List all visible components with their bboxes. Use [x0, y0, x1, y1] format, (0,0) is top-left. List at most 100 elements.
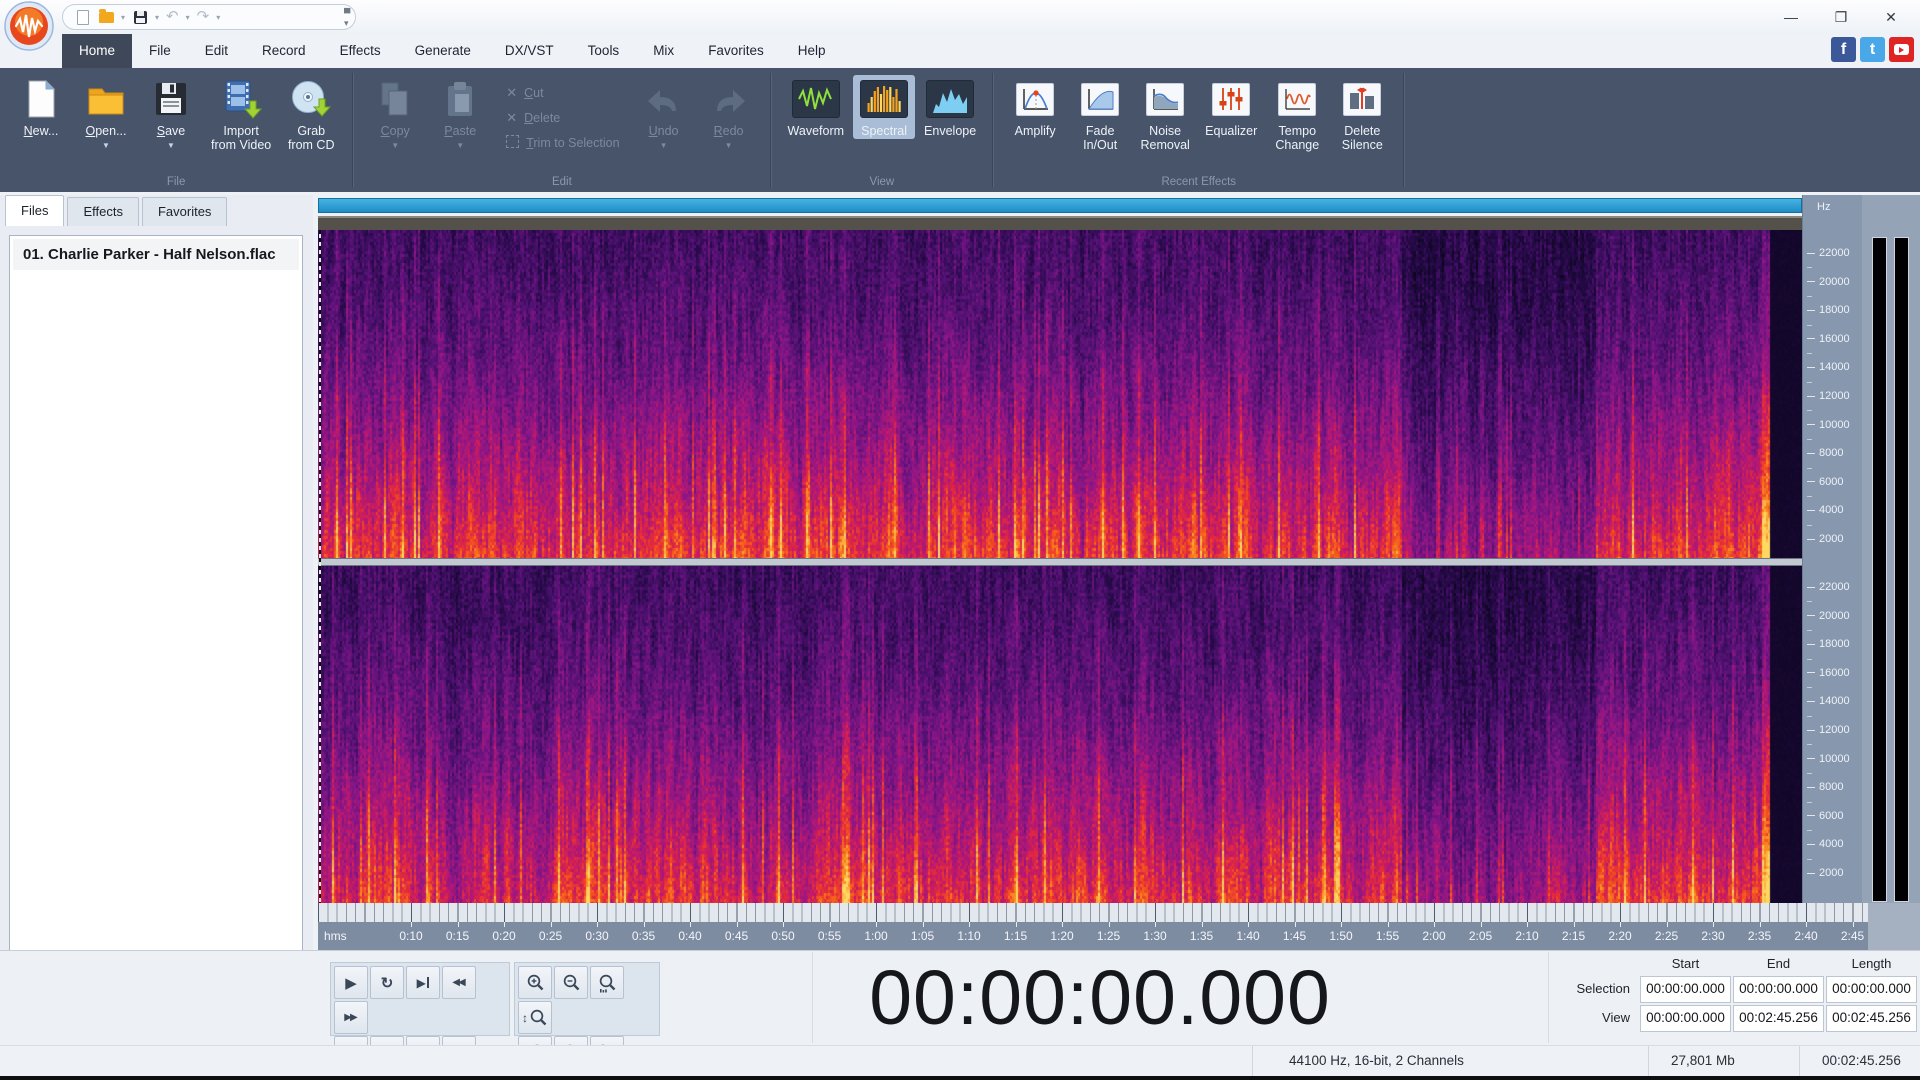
playhead-cursor[interactable] [319, 230, 321, 903]
menu-tab-tools[interactable]: Tools [571, 34, 637, 68]
pos-value-view-start[interactable]: 00:00:00.000 [1640, 1005, 1731, 1032]
channel-divider[interactable] [318, 558, 1802, 566]
ribbon-button-amplify[interactable]: Amplify [1004, 75, 1066, 139]
time-ruler-label: 0:40 [678, 929, 702, 943]
pos-value-view-end[interactable]: 00:02:45.256 [1733, 1005, 1824, 1032]
zoom-in-button[interactable] [518, 966, 552, 999]
restore-button[interactable]: ❐ [1816, 0, 1866, 34]
menu-tab-edit[interactable]: Edit [188, 34, 245, 68]
menu-tab-home[interactable]: Home [62, 34, 133, 68]
frequency-minor-tick [1807, 601, 1812, 603]
ribbon-button-import-from-video[interactable]: Import from Video [205, 75, 277, 153]
play-file-button[interactable]: ▶ [406, 966, 440, 999]
ribbon-button-equalizer[interactable]: Equalizer [1199, 75, 1263, 139]
facebook-icon[interactable]: f [1831, 37, 1856, 62]
ribbon-button-spectral[interactable]: Spectral [853, 75, 916, 139]
pos-value-selection-start[interactable]: 00:00:00.000 [1640, 976, 1731, 1003]
frequency-minor-tick [1807, 524, 1812, 526]
ribbon-button-waveform[interactable]: Waveform [782, 75, 851, 139]
time-ruler[interactable]: hms 0:10 0:15 0:20 0:25 0:30 0:35 0:40 0:45 0:50… [318, 922, 1868, 950]
play-button[interactable]: ▶ [334, 966, 368, 999]
undo-dropdown-icon[interactable]: ▾ [186, 13, 190, 22]
sidebar-tab-effects[interactable]: Effects [67, 197, 139, 226]
fast-forward-button[interactable]: ▶▶ [334, 1001, 368, 1034]
close-button[interactable]: ✕ [1866, 0, 1916, 34]
menu-tab-mix[interactable]: Mix [636, 34, 691, 68]
zoom-out-button[interactable] [554, 966, 588, 999]
pos-value-selection-end[interactable]: 00:00:00.000 [1733, 976, 1824, 1003]
ribbon-group-label: View [869, 176, 895, 188]
customize-toolbar-icon[interactable]: ▀ ▾ [344, 8, 350, 29]
new-document-icon[interactable] [75, 9, 91, 25]
frequency-minor-tick [1807, 324, 1812, 326]
app-logo-icon[interactable] [4, 1, 54, 51]
menu-tab-record[interactable]: Record [245, 34, 323, 68]
minimize-button[interactable]: — [1766, 0, 1816, 34]
undo-icon[interactable]: ↶ [166, 9, 179, 25]
ribbon-button-tempo-change[interactable]: Tempo Change [1266, 75, 1328, 153]
frequency-tick: 20000 [1807, 276, 1850, 288]
save-dropdown-icon[interactable]: ▾ [155, 13, 159, 22]
pos-value-selection-length[interactable]: 00:00:00.000 [1826, 976, 1917, 1003]
save-icon[interactable] [132, 9, 148, 25]
ribbon-button-envelope[interactable]: Envelope [918, 75, 982, 139]
title-bar: ▾ ▾ ↶ ▾ ↷ ▾ ▀ ▾ — ❐ ✕ [0, 0, 1920, 35]
zoom-vertical-in-button[interactable]: ↕ [518, 1001, 552, 1034]
time-ruler-ticks[interactable] [318, 903, 1868, 922]
ribbon-button-save[interactable]: Save ▼ [140, 75, 202, 154]
menu-tab-generate[interactable]: Generate [398, 34, 488, 68]
ribbon-button-noise-removal[interactable]: Noise Removal [1134, 75, 1196, 153]
time-ruler-major-tick [1713, 922, 1714, 927]
ribbon-button-grab-from-cd[interactable]: Grab from CD [280, 75, 342, 153]
spectral-view-icon [860, 77, 909, 121]
time-ruler-label: 0:15 [445, 929, 470, 943]
frequency-tick: 4000 [1807, 504, 1843, 516]
time-ruler-major-tick [1062, 922, 1063, 927]
menu-tab-effects[interactable]: Effects [323, 34, 398, 68]
open-folder-icon[interactable] [98, 8, 114, 25]
zoom-normal-button[interactable] [590, 966, 624, 999]
window-bottom-edge [0, 1076, 1920, 1080]
pos-value-view-length[interactable]: 00:02:45.256 [1826, 1005, 1917, 1032]
pos-corner [1552, 954, 1638, 974]
sidebar-panel: 01. Charlie Parker - Half Nelson.flac ◀ … [0, 226, 313, 1043]
file-list[interactable]: 01. Charlie Parker - Half Nelson.flac ◀ … [9, 235, 303, 1035]
frequency-tick: 12000 [1807, 724, 1850, 736]
redo-dropdown-icon[interactable]: ▾ [216, 13, 220, 22]
rewind-button[interactable]: ◀◀ [442, 966, 476, 999]
menu-tab-file[interactable]: File [132, 34, 188, 68]
ribbon: New... Open... ▼ Save ▼ Import from Video Grab f… [0, 68, 1920, 192]
menu-tab-favorites[interactable]: Favorites [691, 34, 781, 68]
sidebar-tab-files[interactable]: Files [5, 195, 65, 226]
menu-tab-help[interactable]: Help [781, 34, 843, 68]
twitter-icon[interactable]: t [1860, 37, 1885, 62]
sidebar-tab-favorites[interactable]: Favorites [141, 197, 228, 226]
redo-icon[interactable]: ↷ [197, 9, 210, 25]
ribbon-button-open[interactable]: Open... ▼ [75, 75, 137, 154]
ribbon-button-fade-in-out[interactable]: Fade In/Out [1069, 75, 1131, 153]
youtube-icon[interactable] [1889, 37, 1914, 62]
open-dropdown-icon[interactable]: ▾ [121, 13, 125, 22]
open-folder-icon [85, 77, 127, 121]
menu-tab-dx-vst[interactable]: DX/VST [488, 34, 571, 68]
selection-view-panel: Start End Length Selection 00:00:00.000 00:00… [1552, 954, 1918, 1040]
pos-row-label-selection: Selection [1576, 981, 1630, 996]
spectrogram-channel-left[interactable] [318, 230, 1802, 558]
file-list-item[interactable]: 01. Charlie Parker - Half Nelson.flac [13, 239, 299, 270]
time-ruler-major-tick [457, 922, 459, 927]
ribbon-button-delete-silence[interactable]: Delete Silence [1331, 75, 1393, 153]
time-ruler-major-tick [411, 922, 412, 927]
time-ruler-label: 0:30 [585, 929, 609, 943]
frequency-tick: 6000 [1807, 476, 1843, 488]
overview-scrollbar[interactable] [318, 198, 1802, 213]
loop-button[interactable]: ↻ [370, 966, 404, 999]
menu-tabs: Home File Edit Record Effects Generate DX/VST T… [62, 34, 842, 68]
spectrogram-channel-right[interactable] [318, 566, 1802, 903]
level-meter-left [1872, 237, 1887, 902]
social-links: ft [1831, 37, 1914, 62]
time-ruler-major-tick [1015, 922, 1017, 927]
window-controls: — ❐ ✕ [1766, 0, 1916, 34]
ribbon-button-new[interactable]: New... [10, 75, 72, 139]
time-ruler-label: 0:55 [817, 929, 842, 943]
frequency-minor-tick [1807, 687, 1812, 689]
